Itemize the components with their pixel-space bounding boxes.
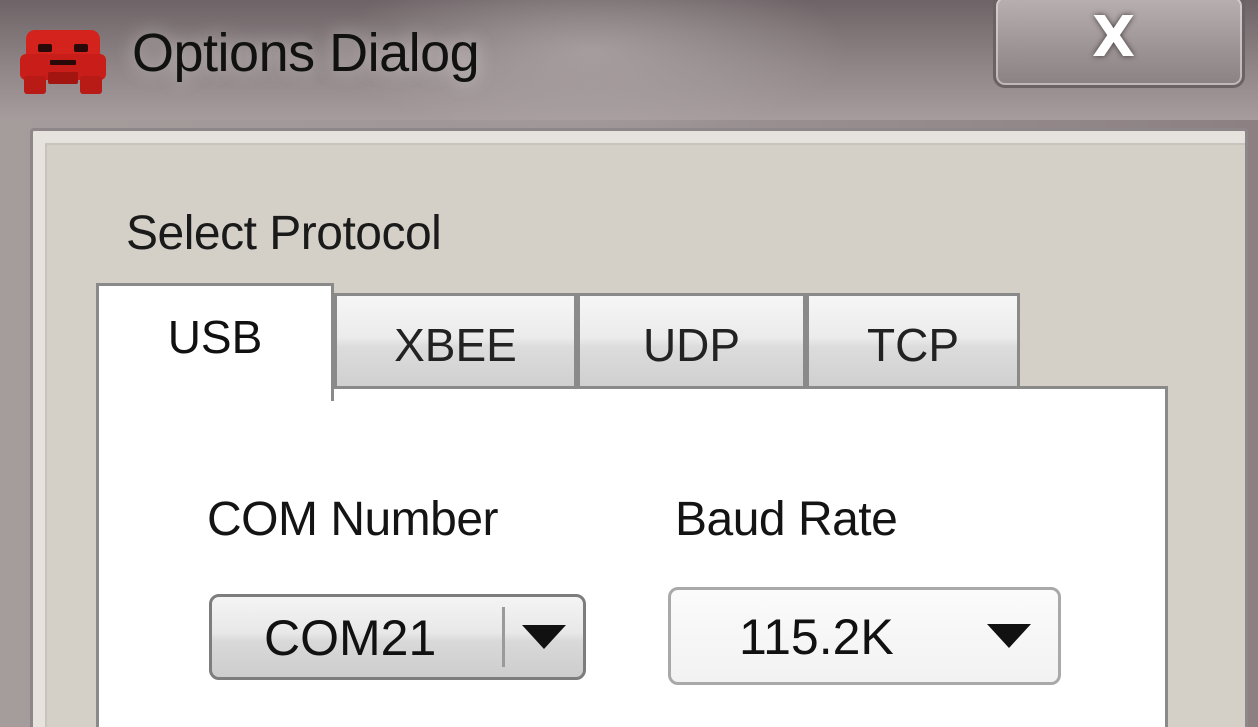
red-robot-icon [20,30,106,94]
baud-rate-value: 115.2K [739,609,894,665]
com-number-dropdown[interactable]: COM21 [209,594,586,680]
baud-rate-dropdown[interactable]: 115.2K [668,587,1061,685]
tab-tcp[interactable]: TCP [806,293,1020,389]
chevron-down-icon[interactable] [522,625,566,649]
com-number-label: COM Number [207,493,499,546]
com-number-value: COM21 [264,610,437,666]
select-protocol-label: Select Protocol [126,207,442,260]
tab-xbee[interactable]: XBEE [334,293,577,389]
close-button[interactable]: X [993,0,1245,88]
tab-udp[interactable]: UDP [577,293,806,389]
options-dialog-window: Options Dialog X Select Protocol USB XBE… [0,0,1258,727]
close-icon: X [1092,5,1136,70]
window-title: Options Dialog [132,23,480,83]
baud-rate-label: Baud Rate [675,493,898,546]
dropdown-separator [502,607,505,667]
title-bar[interactable]: Options Dialog X [0,0,1258,140]
tab-usb[interactable]: USB [96,283,334,401]
chevron-down-icon[interactable] [987,624,1031,648]
